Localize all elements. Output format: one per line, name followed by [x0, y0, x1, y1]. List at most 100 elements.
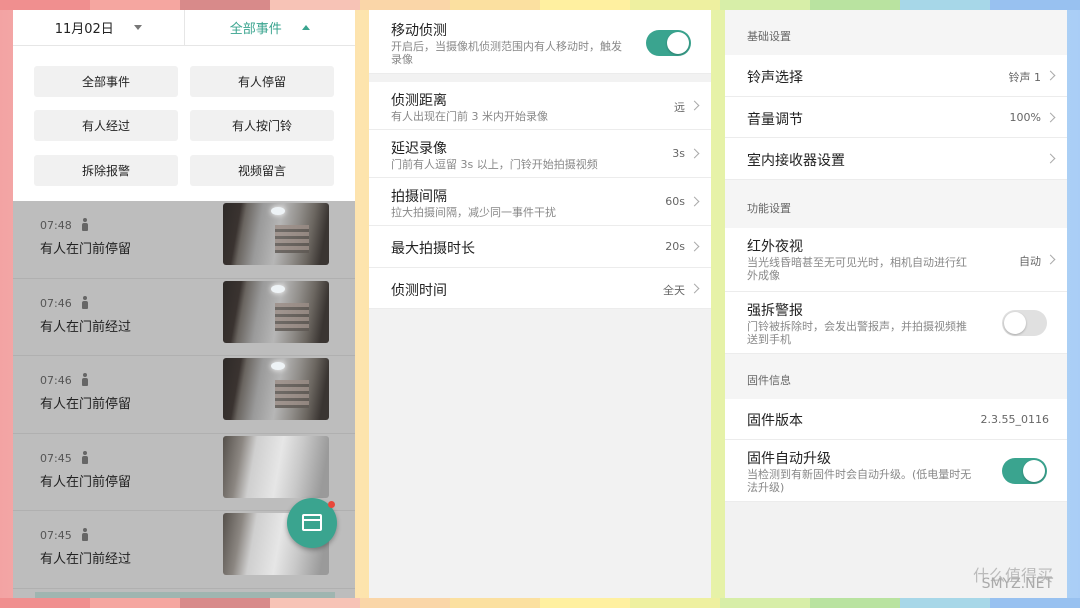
list-item[interactable]: 07:48 有人在门前停留 — [13, 201, 355, 279]
filter-tamper-button[interactable]: 拆除报警 — [34, 154, 178, 186]
person-icon — [81, 218, 89, 231]
filter-options: 全部事件 有人停留 有人经过 有人按门铃 拆除报警 视频留言 — [13, 46, 355, 201]
event-thumbnail[interactable] — [223, 203, 329, 265]
firmware-auto-upgrade-row: 固件自动升级 当检测到有新固件时会自动升级。(低电量时无法升级) — [725, 440, 1067, 502]
row-title: 室内接收器设置 — [747, 153, 845, 169]
indoor-receiver-row[interactable]: 室内接收器设置 — [725, 138, 1067, 180]
row-subtitle: 有人出现在门前 3 米内开始录像 — [391, 110, 548, 123]
row-title: 移动侦测 — [391, 23, 447, 39]
person-icon — [81, 450, 89, 464]
row-value: 铃声 1 — [1008, 71, 1042, 84]
section-title: 固件信息 — [747, 374, 791, 387]
row-value: 20s — [665, 240, 685, 253]
tamper-alarm-toggle[interactable] — [1002, 310, 1047, 336]
tamper-alarm-row: 强拆警报 门铃被拆除时，会发出警报声，并拍摄视频推送到手机 — [725, 292, 1067, 354]
detect-distance-row[interactable]: 侦测距离 有人出现在门前 3 米内开始录像 远 — [369, 82, 711, 130]
row-subtitle: 拉大拍摄间隔，减少同一事件干扰 — [391, 206, 556, 219]
event-thumbnail[interactable] — [223, 358, 329, 420]
section-header-firmware: 固件信息 — [725, 354, 1067, 399]
event-time: 07:45 — [40, 451, 72, 465]
ringtone-row[interactable]: 铃声选择 铃声 1 — [725, 55, 1067, 97]
chevron-right-icon — [1045, 112, 1056, 123]
chevron-right-icon — [689, 148, 700, 159]
bottom-bar — [35, 592, 335, 598]
chevron-right-icon — [1045, 254, 1056, 265]
event-desc: 有人在门前停留 — [40, 242, 132, 257]
rainbow-stripe-top — [0, 0, 1080, 10]
event-desc: 有人在门前经过 — [40, 319, 132, 335]
filter-label: 全部事件 — [229, 22, 282, 37]
calendar-fab-button[interactable] — [287, 498, 337, 548]
watermark-site: SMYZ.NET — [981, 576, 1053, 592]
watermark: 什么值得买 SMYZ.NET — [973, 562, 1053, 592]
filter-pass-button[interactable]: 有人经过 — [34, 110, 178, 142]
row-title: 侦测距离 — [391, 93, 447, 109]
list-item[interactable]: 07:46 有人在门前经过 — [13, 279, 355, 356]
firmware-auto-upgrade-toggle[interactable] — [1002, 458, 1047, 484]
volume-row[interactable]: 音量调节 100% — [725, 97, 1067, 138]
detection-settings-panel: 移动侦测 开启后，当摄像机侦测范围内有人移动时，触发录像 侦测距离 有人出现在门… — [369, 10, 711, 598]
event-desc: 有人在门前停留 — [40, 474, 132, 490]
event-desc: 有人在门前停留 — [40, 397, 132, 412]
filter-doorbell-button[interactable]: 有人按门铃 — [190, 110, 334, 142]
chevron-right-icon — [689, 100, 700, 111]
row-title: 延迟录像 — [391, 141, 447, 157]
rainbow-stripe-bottom — [0, 598, 1080, 608]
row-title: 铃声选择 — [747, 70, 803, 86]
list-item[interactable]: 07:46 有人在门前停留 — [13, 356, 355, 434]
events-header: 11月02日 全部事件 — [13, 10, 355, 46]
chevron-right-icon — [1045, 70, 1056, 81]
event-time: 07:48 — [40, 219, 72, 232]
event-thumbnail[interactable] — [223, 280, 329, 343]
row-value: 自动 — [1019, 255, 1041, 268]
row-value: 3s — [672, 147, 685, 160]
shoot-interval-row[interactable]: 拍摄间隔 拉大拍摄间隔，减少同一事件干扰 60s — [369, 178, 711, 226]
row-value: 100% — [1009, 111, 1041, 124]
date-selector[interactable]: 11月02日 — [13, 10, 184, 45]
calendar-icon — [302, 514, 322, 531]
device-settings-panel: 基础设置 铃声选择 铃声 1 音量调节 100% 室内接收器设置 功能设置 红外… — [725, 10, 1067, 598]
person-icon — [81, 295, 89, 309]
section-title: 功能设置 — [747, 202, 791, 215]
row-title: 固件自动升级 — [747, 451, 831, 467]
section-header-basic: 基础设置 — [725, 10, 1067, 55]
row-title: 强拆警报 — [747, 303, 803, 319]
row-subtitle: 当光线昏暗甚至无可见光时，相机自动进行红外成像 — [747, 256, 967, 282]
row-subtitle: 门铃被拆除时，会发出警报声，并拍摄视频推送到手机 — [747, 320, 967, 346]
chevron-up-icon — [301, 25, 310, 30]
row-value: 60s — [665, 195, 685, 208]
date-label: 11月02日 — [54, 22, 114, 37]
row-value: 远 — [674, 101, 685, 114]
firmware-version-row: 固件版本 2.3.55_0116 — [725, 399, 1067, 440]
filter-stay-button[interactable]: 有人停留 — [190, 66, 334, 97]
row-title: 侦测时间 — [391, 283, 447, 299]
chevron-down-icon — [133, 25, 142, 30]
detect-time-row[interactable]: 侦测时间 全天 — [369, 268, 711, 309]
motion-detect-row: 移动侦测 开启后，当摄像机侦测范围内有人移动时，触发录像 — [369, 10, 711, 74]
max-duration-row[interactable]: 最大拍摄时长 20s — [369, 226, 711, 268]
delay-record-row[interactable]: 延迟录像 门前有人逗留 3s 以上，门铃开始拍摄视频 3s — [369, 130, 711, 178]
event-thumbnail[interactable] — [223, 435, 329, 498]
row-title: 拍摄间隔 — [391, 189, 447, 205]
row-title: 最大拍摄时长 — [391, 241, 475, 257]
motion-detect-toggle[interactable] — [646, 30, 691, 56]
chevron-right-icon — [689, 241, 700, 252]
ir-night-row[interactable]: 红外夜视 当光线昏暗甚至无可见光时，相机自动进行红外成像 自动 — [725, 228, 1067, 292]
section-header-function: 功能设置 — [725, 180, 1067, 228]
event-time: 07:45 — [40, 529, 72, 542]
events-panel: 11月02日 全部事件 全部事件 有人停留 有人经过 有人按门铃 拆除报警 视频… — [13, 10, 355, 598]
row-subtitle: 当检测到有新固件时会自动升级。(低电量时无法升级) — [747, 468, 972, 494]
row-title: 红外夜视 — [747, 239, 803, 255]
event-filter-selector[interactable]: 全部事件 — [183, 10, 356, 45]
event-time: 07:46 — [40, 374, 72, 387]
row-value: 全天 — [663, 284, 685, 297]
chevron-right-icon — [689, 196, 700, 207]
person-icon — [81, 373, 89, 386]
event-time: 07:46 — [40, 296, 72, 310]
row-subtitle: 门前有人逗留 3s 以上，门铃开始拍摄视频 — [391, 158, 598, 171]
row-subtitle: 开启后，当摄像机侦测范围内有人移动时，触发录像 — [391, 40, 622, 66]
person-icon — [81, 528, 89, 541]
row-title: 音量调节 — [747, 112, 803, 128]
filter-video-msg-button[interactable]: 视频留言 — [190, 154, 334, 186]
filter-all-button[interactable]: 全部事件 — [34, 66, 178, 97]
